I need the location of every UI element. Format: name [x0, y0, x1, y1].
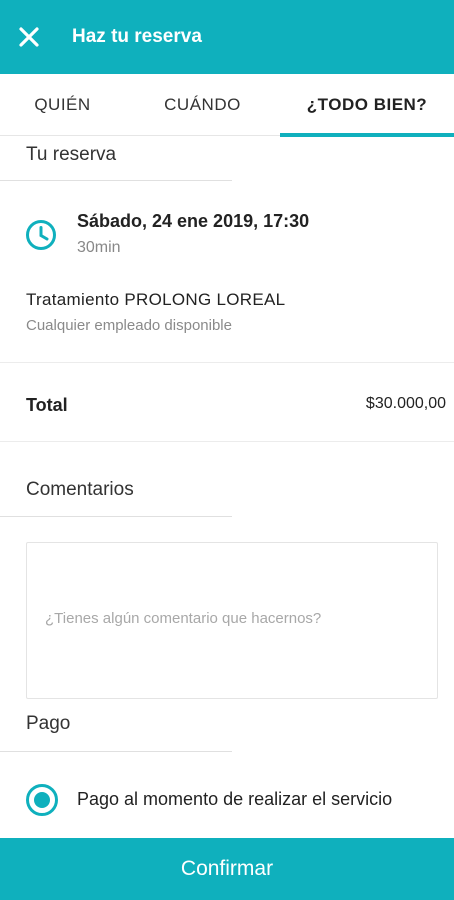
service-employee: Cualquier empleado disponible — [26, 317, 232, 334]
tab-quien[interactable]: QUIÉN — [0, 74, 125, 136]
close-icon — [19, 27, 39, 47]
app-bar: Haz tu reserva — [0, 0, 454, 74]
section-divider — [0, 180, 232, 181]
reservation-date: Sábado, 24 ene 2019, 17:30 — [77, 211, 310, 231]
confirm-button[interactable]: Confirmar — [0, 838, 454, 900]
service-name: Tratamiento PROLONG LOREAL — [26, 290, 286, 309]
total-label: Total — [26, 395, 68, 415]
comment-input[interactable] — [45, 609, 437, 632]
comments-section-title: Comentarios — [26, 479, 134, 500]
total-value: $30.000,00 — [365, 395, 446, 412]
payment-section-title: Pago — [26, 713, 71, 734]
tab-cuando[interactable]: CUÁNDO — [125, 74, 280, 136]
clock-icon — [26, 220, 56, 250]
radio-selected-dot — [34, 792, 50, 808]
section-divider — [0, 516, 232, 517]
tab-todo-bien[interactable]: ¿TODO BIEN? — [280, 74, 454, 137]
close-button[interactable] — [0, 0, 58, 74]
reservation-duration: 30min — [77, 239, 121, 256]
page-title: Haz tu reserva — [72, 26, 202, 47]
divider — [0, 362, 454, 363]
step-tabs: QUIÉN CUÁNDO ¿TODO BIEN? — [0, 74, 454, 137]
divider — [0, 441, 454, 442]
payment-option-label[interactable]: Pago al momento de realizar el servicio — [77, 789, 392, 810]
section-divider — [0, 751, 232, 752]
reservation-section-title: Tu reserva — [26, 144, 117, 165]
comment-box — [26, 542, 438, 699]
payment-option-radio[interactable] — [26, 784, 58, 816]
